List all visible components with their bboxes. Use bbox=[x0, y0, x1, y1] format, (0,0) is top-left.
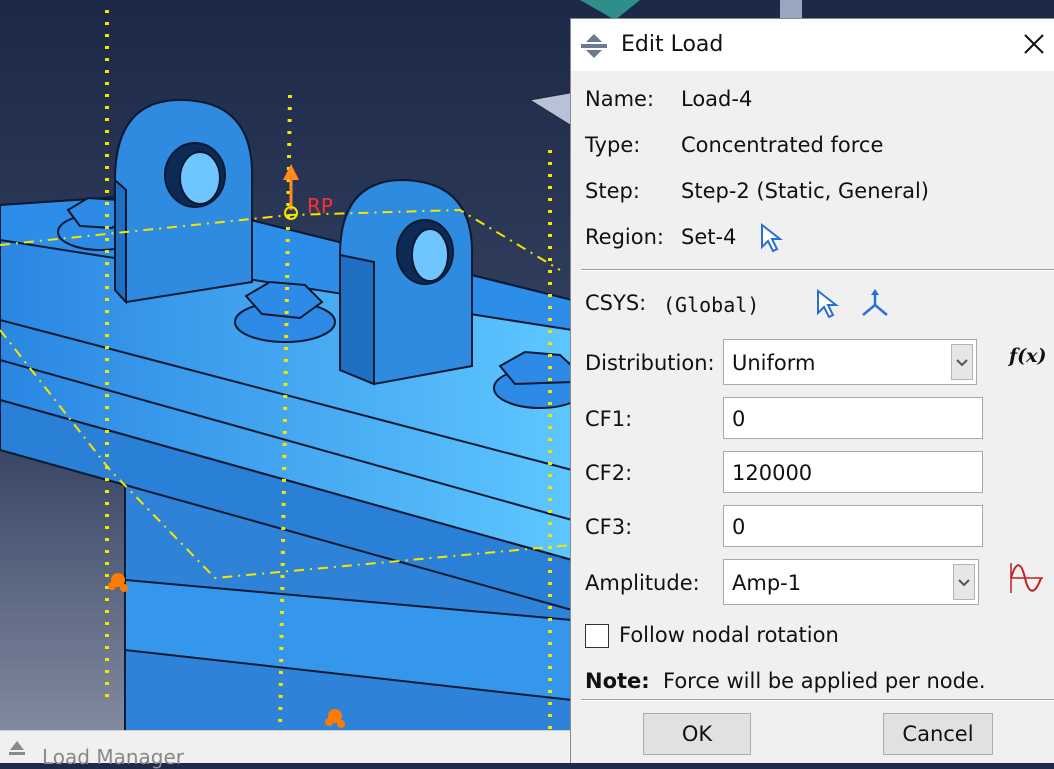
name-label: Name: bbox=[585, 87, 655, 111]
rp-label: RP bbox=[307, 194, 333, 218]
cf2-input[interactable]: 120000 bbox=[723, 451, 983, 493]
region-label: Region: bbox=[585, 225, 664, 249]
type-value: Concentrated force bbox=[681, 133, 884, 157]
edit-load-dialog[interactable]: Edit Load Name: Load-4 Type: Concentrate… bbox=[570, 18, 1054, 763]
csys-create-icon[interactable] bbox=[859, 287, 891, 319]
dialog-title: Edit Load bbox=[621, 32, 724, 57]
name-value: Load-4 bbox=[681, 87, 753, 111]
note-text: Force will be applied per node. bbox=[663, 669, 986, 693]
follow-nodal-rotation-label: Follow nodal rotation bbox=[619, 623, 839, 647]
note-label: Note: bbox=[585, 669, 650, 693]
fx-button[interactable]: f(x) bbox=[1009, 345, 1046, 367]
region-value: Set-4 bbox=[681, 225, 737, 249]
cf1-label: CF1: bbox=[585, 407, 633, 431]
cf1-input[interactable]: 0 bbox=[723, 397, 983, 439]
cancel-button[interactable]: Cancel bbox=[883, 713, 993, 755]
distribution-label: Distribution: bbox=[585, 351, 715, 375]
amplitude-create-icon[interactable] bbox=[1007, 561, 1045, 595]
region-select-arrow-icon[interactable] bbox=[759, 223, 783, 253]
dialog-titlebar[interactable]: Edit Load bbox=[571, 19, 1054, 71]
load-manager-window[interactable]: Load Manager bbox=[0, 730, 572, 769]
step-value: Step-2 (Static, General) bbox=[681, 179, 929, 203]
csys-select-arrow-icon[interactable] bbox=[815, 289, 839, 319]
csys-value: (Global) bbox=[663, 293, 760, 317]
close-icon[interactable] bbox=[1019, 29, 1049, 59]
cf3-input[interactable]: 0 bbox=[723, 505, 983, 547]
distribution-selected: Uniform bbox=[732, 351, 816, 375]
amplitude-selected: Amp-1 bbox=[732, 571, 802, 595]
distribution-select[interactable]: Uniform bbox=[723, 339, 977, 385]
footer-divider bbox=[581, 699, 1054, 701]
divider bbox=[581, 269, 1054, 271]
cf2-label: CF2: bbox=[585, 461, 633, 485]
load-manager-title: Load Manager bbox=[42, 745, 185, 769]
load-icon bbox=[581, 34, 607, 58]
follow-nodal-rotation-checkbox[interactable] bbox=[585, 624, 609, 648]
type-label: Type: bbox=[585, 133, 641, 157]
csys-label: CSYS: bbox=[585, 291, 647, 315]
cf1-value: 0 bbox=[732, 407, 746, 431]
step-label: Step: bbox=[585, 179, 640, 203]
ok-button[interactable]: OK bbox=[643, 713, 751, 755]
cf3-value: 0 bbox=[732, 515, 746, 539]
load-manager-icon bbox=[9, 741, 25, 755]
chevron-down-icon[interactable] bbox=[951, 344, 973, 380]
chevron-down-icon[interactable] bbox=[953, 564, 975, 600]
cf2-value: 120000 bbox=[732, 461, 813, 485]
cf3-label: CF3: bbox=[585, 515, 633, 539]
amplitude-label: Amplitude: bbox=[585, 571, 700, 595]
amplitude-select[interactable]: Amp-1 bbox=[723, 559, 979, 605]
